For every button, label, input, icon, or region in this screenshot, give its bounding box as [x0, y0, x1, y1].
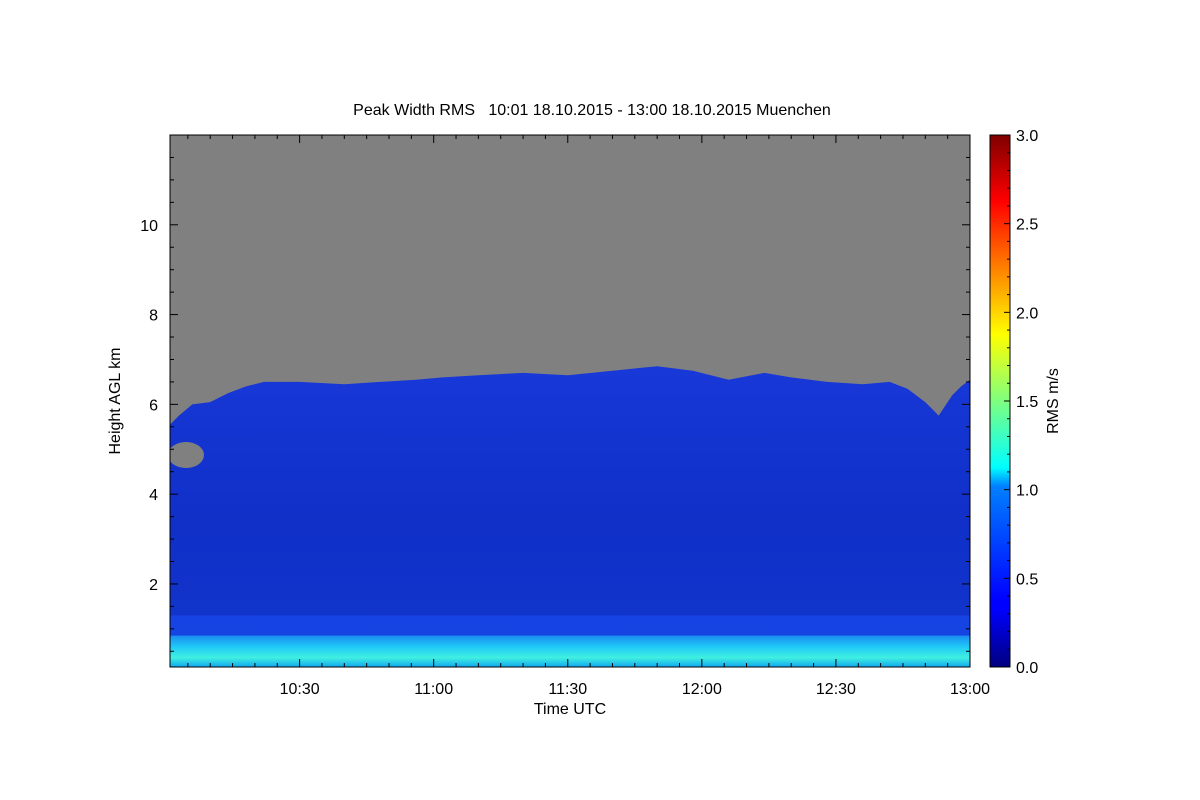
- low-layer: [170, 615, 970, 636]
- x-tick-label: 11:30: [548, 681, 587, 698]
- y-tick-label: 8: [149, 308, 158, 325]
- x-tick-label: 10:30: [280, 681, 320, 698]
- y-tick-label: 2: [149, 577, 158, 594]
- x-tick-label: 13:00: [950, 681, 990, 698]
- y-tick-label: 4: [149, 487, 158, 504]
- y-tick-label: 10: [140, 218, 158, 235]
- colorbar-tick-label: 1.0: [1016, 483, 1038, 500]
- y-tick-label: 6: [149, 397, 158, 414]
- x-tick-label: 12:30: [816, 681, 856, 698]
- plot-area: [170, 135, 970, 667]
- colorbar-tick-label: 1.5: [1016, 394, 1038, 411]
- colorbar-tick-label: 2.0: [1016, 305, 1038, 322]
- chart-title: Peak Width RMS 10:01 18.10.2015 - 13:00 …: [353, 102, 831, 119]
- colorbar-tick-label: 3.0: [1016, 128, 1038, 145]
- surface-layer: [170, 635, 970, 667]
- y-axis-label: Height AGL km: [107, 347, 124, 454]
- chart: Peak Width RMS 10:01 18.10.2015 - 13:00 …: [107, 102, 1062, 718]
- x-tick-label: 12:00: [682, 681, 722, 698]
- colorbar-tick-label: 0.0: [1016, 660, 1038, 677]
- x-axis-label: Time UTC: [534, 701, 606, 718]
- x-tick-label: 11:00: [414, 681, 453, 698]
- gap-patch: [170, 442, 204, 468]
- colorbar-tick-label: 0.5: [1016, 571, 1038, 588]
- colorbar-label: RMS m/s: [1045, 368, 1062, 434]
- colorbar-tick-label: 2.5: [1016, 217, 1038, 234]
